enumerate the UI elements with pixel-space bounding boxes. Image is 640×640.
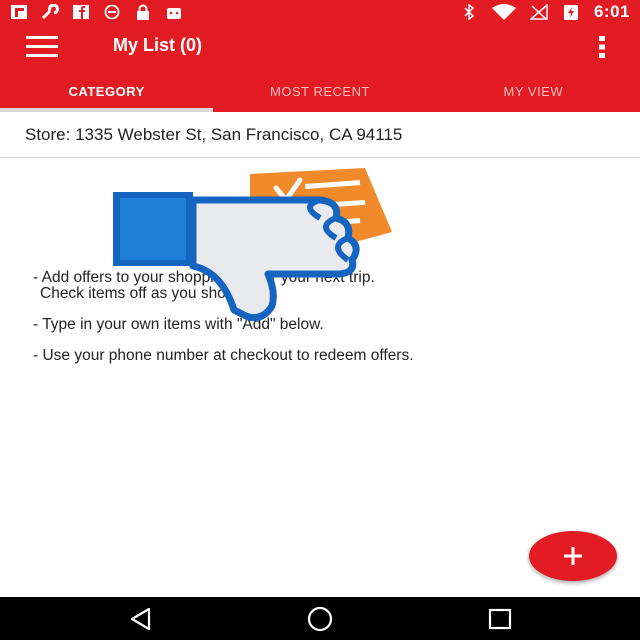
home-icon[interactable] <box>306 605 334 633</box>
tab-most-recent[interactable]: MOST RECENT <box>213 70 426 112</box>
battery-charging-icon <box>563 5 578 20</box>
empty-list-tips: - Add offers to your shopping list for y… <box>33 270 623 379</box>
tip-item: - Use your phone number at checkout to r… <box>33 348 623 364</box>
status-bar: 6:01 <box>0 0 640 24</box>
wrench-icon <box>41 4 59 20</box>
status-left-icons <box>10 4 183 20</box>
store-selector[interactable]: Store: 1335 Webster St, San Francisco, C… <box>0 112 640 158</box>
dash-circle-icon <box>104 4 120 20</box>
tab-my-view[interactable]: MY VIEW <box>427 70 640 112</box>
store-label: Store: 1335 Webster St, San Francisco, C… <box>25 124 403 144</box>
bluetooth-icon <box>464 4 475 20</box>
system-nav-bar <box>0 597 640 640</box>
wifi-icon <box>491 4 516 20</box>
hamburger-menu-icon[interactable] <box>26 34 60 60</box>
clock: 6:01 <box>593 2 630 21</box>
app-bar: My List (0) <box>0 24 640 70</box>
overflow-menu-icon[interactable] <box>590 32 614 62</box>
tip-item: - Type in your own items with "Add" belo… <box>33 317 623 333</box>
flipboard-icon <box>11 5 27 19</box>
no-signal-icon <box>529 4 548 20</box>
tip-text-line2: Check items off as you shop. <box>40 285 239 302</box>
tip-item: - Add offers to your shopping list for y… <box>33 270 623 302</box>
tip-text: - Use your phone number at checkout to r… <box>33 347 414 364</box>
tip-text: - Add offers to your shopping list for y… <box>33 269 375 286</box>
tab-bar: CATEGORY MOST RECENT MY VIEW <box>0 70 640 112</box>
android-icon <box>167 8 181 19</box>
add-item-button[interactable] <box>529 531 617 581</box>
page-title: My List (0) <box>113 35 203 55</box>
tab-category[interactable]: CATEGORY <box>0 70 214 112</box>
status-right-icons: 6:01 <box>460 2 630 22</box>
back-icon[interactable] <box>127 605 155 633</box>
facebook-icon <box>73 5 89 19</box>
tip-text: - Type in your own items with "Add" belo… <box>33 316 324 333</box>
recents-icon[interactable] <box>486 605 514 633</box>
plus-icon <box>564 547 582 565</box>
lock-icon <box>137 4 149 20</box>
checklist-icon <box>250 168 392 250</box>
